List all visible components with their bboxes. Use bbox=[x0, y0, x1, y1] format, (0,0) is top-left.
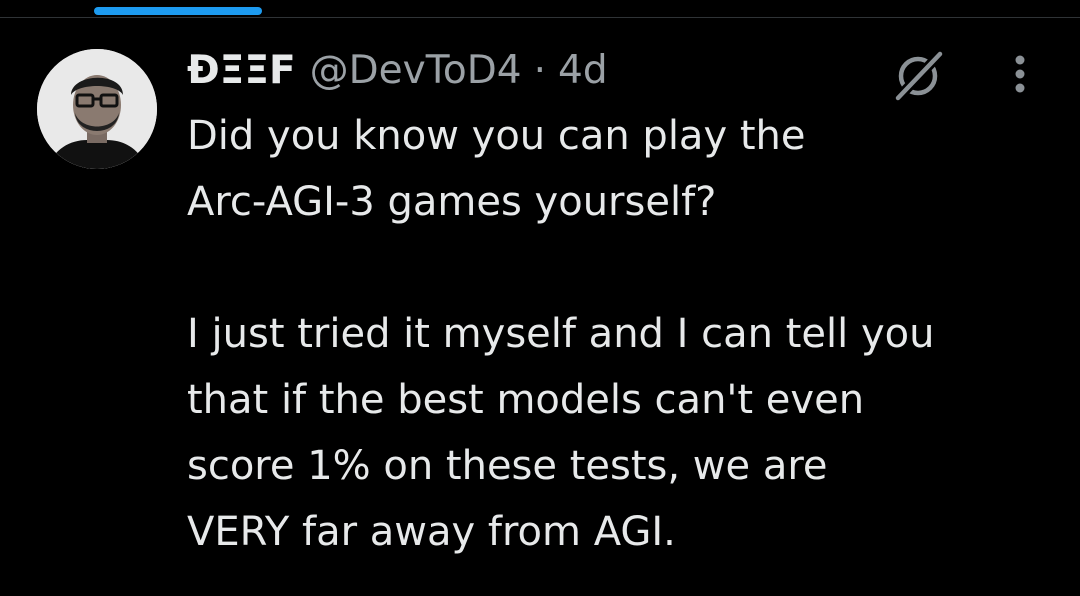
grok-icon[interactable] bbox=[890, 48, 946, 104]
more-options-icon[interactable] bbox=[1002, 52, 1038, 96]
tweet-line: Arc-AGI-3 games yourself? bbox=[187, 179, 717, 225]
tweet-line: VERY far away from AGI. bbox=[187, 509, 676, 555]
tweet-paragraph: Did you know you can play the Arc-AGI-3 … bbox=[187, 103, 1067, 235]
tweet-header: ĐΞΞF @DevToD4 · 4d bbox=[187, 40, 608, 100]
divider bbox=[0, 17, 1080, 18]
active-tab-indicator bbox=[94, 7, 262, 15]
header-separator: · bbox=[533, 47, 547, 93]
tweet-paragraph: I just tried it myself and I can tell yo… bbox=[187, 301, 1067, 565]
avatar-photo-icon bbox=[37, 49, 157, 169]
tweet-line: I just tried it myself and I can tell yo… bbox=[187, 311, 935, 357]
tweet-line: score 1% on these tests, we are bbox=[187, 443, 828, 489]
tweet-timestamp[interactable]: 4d bbox=[558, 48, 608, 93]
tweet-text: Did you know you can play the Arc-AGI-3 … bbox=[187, 103, 1067, 565]
avatar[interactable] bbox=[37, 49, 157, 169]
author-display-name[interactable]: ĐΞΞF bbox=[187, 48, 296, 93]
author-handle[interactable]: @DevToD4 bbox=[310, 48, 522, 93]
tweet-line: that if the best models can't even bbox=[187, 377, 865, 423]
tweet-line: Did you know you can play the bbox=[187, 113, 806, 159]
